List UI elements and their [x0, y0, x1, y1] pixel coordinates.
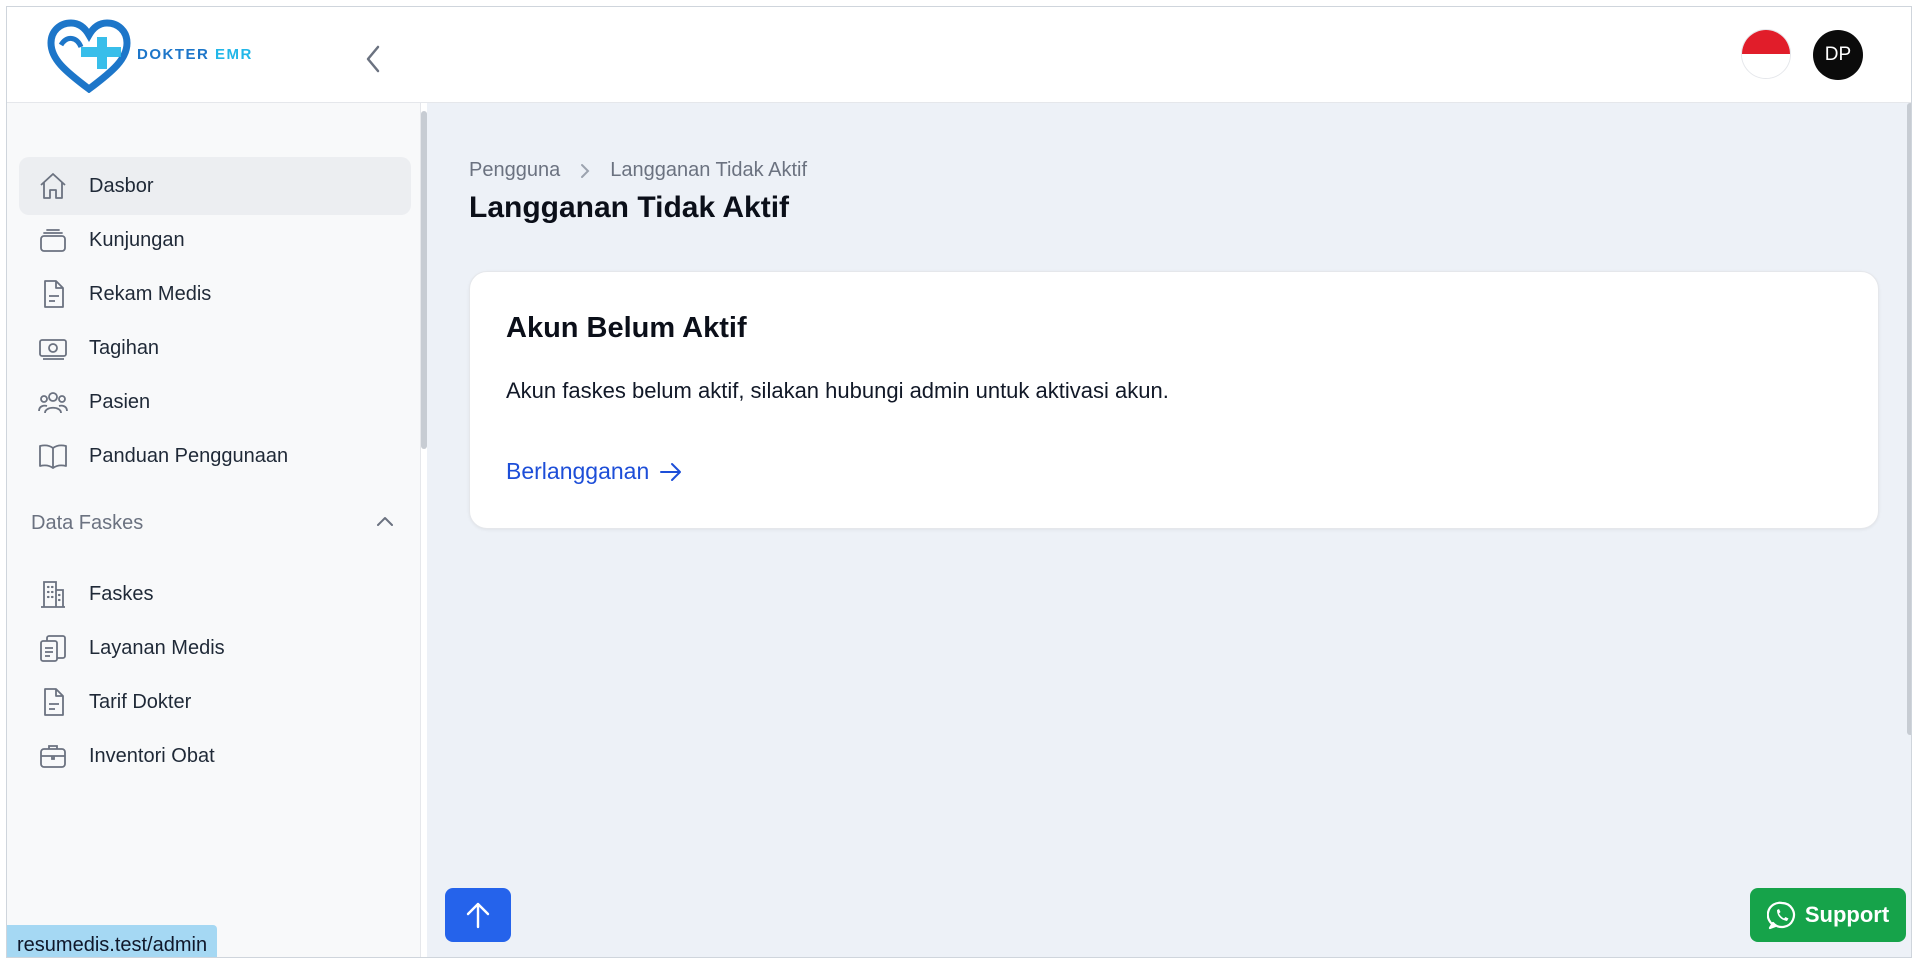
- sidebar-item-label: Faskes: [89, 582, 154, 605]
- sidebar-item-label: Inventori Obat: [89, 744, 215, 767]
- sidebar-item-label: Pasien: [89, 390, 151, 413]
- sidebar-item-kunjungan[interactable]: Kunjungan: [19, 211, 411, 269]
- sidebar-item-label: Panduan Penggunaan: [89, 444, 289, 467]
- arrow-right-icon: [659, 462, 683, 482]
- sidebar-item-label: Tagihan: [89, 336, 160, 359]
- sidebar-item-label: Layanan Medis: [89, 636, 225, 659]
- chevron-left-icon: [366, 45, 380, 73]
- sidebar-item-dasbor[interactable]: Dasbor: [19, 157, 411, 215]
- sidebar-item-label: Dasbor: [89, 174, 154, 197]
- breadcrumb: Pengguna Langganan Tidak Aktif: [469, 159, 807, 182]
- flag-red-stripe: [1742, 30, 1790, 54]
- stack-icon: [35, 222, 71, 258]
- app-window: DOKTER EMR DP Dasbor Kunjungan Rekam Med…: [6, 6, 1912, 958]
- cash-icon: [35, 330, 71, 366]
- subscribe-link-label: Berlangganan: [506, 458, 650, 484]
- book-icon: [35, 438, 71, 474]
- sidebar-item-pasien[interactable]: Pasien: [19, 373, 411, 431]
- section-title-data-faskes: Data Faskes: [31, 512, 144, 534]
- page-title: Langganan Tidak Aktif: [469, 191, 790, 224]
- card-title: Akun Belum Aktif: [506, 312, 747, 344]
- inactive-account-card: Akun Belum Aktif Akun faskes belum aktif…: [469, 271, 1879, 529]
- whatsapp-support-button[interactable]: Support: [1750, 888, 1906, 942]
- home-icon: [35, 168, 71, 204]
- sidebar-item-panduan[interactable]: Panduan Penggunaan: [19, 427, 411, 485]
- sidebar-item-rekam-medis[interactable]: Rekam Medis: [19, 265, 411, 323]
- user-avatar[interactable]: DP: [1813, 30, 1863, 80]
- clipboard-icon: [35, 630, 71, 666]
- sidebar-item-label: Rekam Medis: [89, 282, 212, 305]
- sidebar: Dasbor Kunjungan Rekam Medis Tagihan Pas…: [7, 103, 421, 957]
- briefcase-icon: [35, 738, 71, 774]
- collapse-sidebar-button[interactable]: [359, 43, 387, 75]
- sidebar-item-layanan-medis[interactable]: Layanan Medis: [19, 619, 411, 677]
- sidebar-item-tarif-dokter[interactable]: Tarif Dokter: [19, 673, 411, 731]
- flag-white-stripe: [1742, 54, 1790, 78]
- sidebar-item-faskes[interactable]: Faskes: [19, 565, 411, 623]
- users-icon: [35, 384, 71, 420]
- chevron-up-icon: [377, 517, 393, 526]
- section-toggle-button[interactable]: [371, 507, 399, 535]
- chevron-right-icon: [580, 163, 590, 179]
- brand-accent-text: EMR: [215, 46, 253, 63]
- status-bar-url: resumedis.test/admin: [7, 925, 218, 957]
- breadcrumb-item-current: Langganan Tidak Aktif: [610, 159, 808, 181]
- language-flag-button[interactable]: [1741, 29, 1791, 79]
- sidebar-item-inventori-obat[interactable]: Inventori Obat: [19, 727, 411, 785]
- card-message: Akun faskes belum aktif, silakan hubungi…: [506, 378, 1169, 403]
- document-icon: [35, 276, 71, 312]
- support-label: Support: [1804, 902, 1890, 927]
- breadcrumb-item-pengguna[interactable]: Pengguna: [469, 159, 560, 182]
- main-content: Pengguna Langganan Tidak Aktif Langganan…: [427, 103, 1911, 957]
- top-header: DOKTER EMR DP: [7, 7, 1911, 103]
- document-icon: [35, 684, 71, 720]
- subscribe-link[interactable]: Berlangganan: [506, 458, 683, 485]
- building-icon: [35, 576, 71, 612]
- whatsapp-icon: [1766, 900, 1797, 930]
- main-scrollbar[interactable]: [1907, 103, 1911, 735]
- brand-name: DOKTER EMR: [137, 46, 253, 63]
- app-logo[interactable]: [47, 19, 131, 94]
- sidebar-item-label: Kunjungan: [89, 228, 185, 251]
- scroll-to-top-button[interactable]: [445, 888, 511, 942]
- sidebar-item-label: Tarif Dokter: [89, 690, 192, 713]
- brand-main-text: DOKTER: [137, 46, 210, 63]
- sidebar-item-tagihan[interactable]: Tagihan: [19, 319, 411, 377]
- arrow-up-icon: [466, 902, 490, 929]
